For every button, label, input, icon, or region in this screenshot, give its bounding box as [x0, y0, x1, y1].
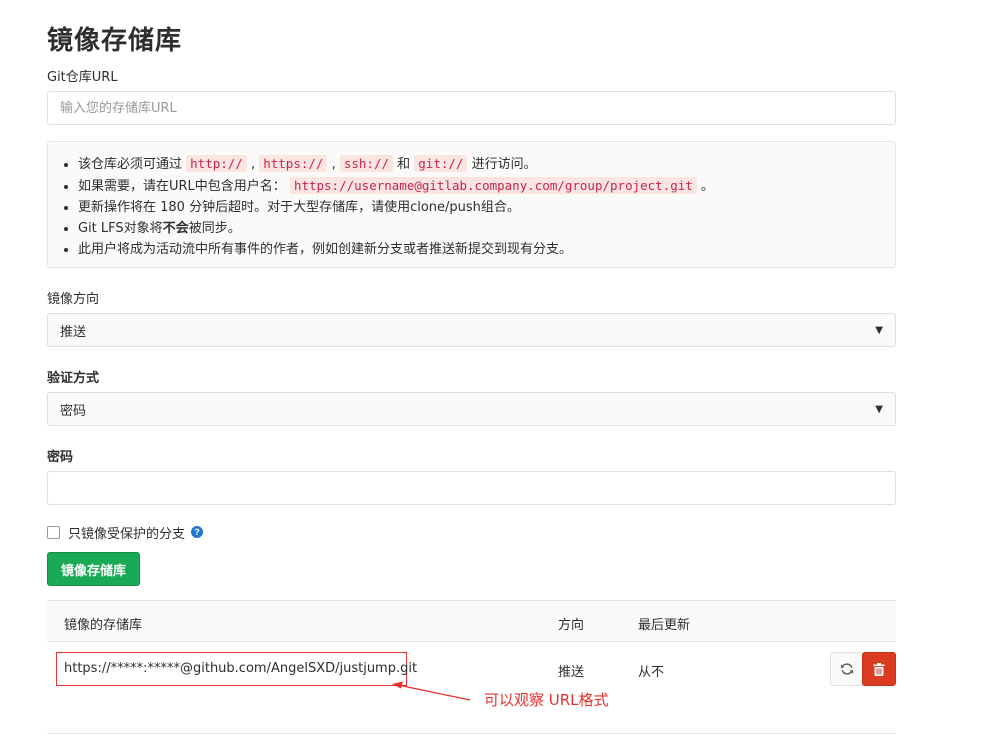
git-url-input-wrapper: [47, 91, 896, 125]
info-text: 如果需要，请在URL中包含用户名：: [78, 179, 290, 194]
protected-only-label[interactable]: 只镜像受保护的分支: [68, 523, 185, 542]
question-circle-icon[interactable]: ?: [191, 526, 204, 538]
auth-method-select[interactable]: 密码 ▼: [47, 392, 896, 426]
info-text: 和: [393, 157, 415, 172]
code-http: http://: [186, 155, 247, 172]
info-text: 。: [696, 179, 714, 194]
mirror-repository-button[interactable]: 镜像存储库: [47, 552, 140, 586]
row-last-update: 从不: [638, 665, 665, 680]
info-box: 该仓库必须可通过 http:// , https:// , ssh:// 和 g…: [47, 141, 896, 268]
auth-method-label: 验证方式: [47, 371, 100, 386]
protected-only-checkbox[interactable]: [47, 525, 60, 539]
header-last-update: 最后更新: [638, 618, 691, 633]
refresh-button[interactable]: [830, 652, 864, 686]
password-input[interactable]: [48, 472, 895, 504]
info-item-author: 此用户将成为活动流中所有事件的作者，例如创建新分支或者推送新提交到现有分支。: [78, 239, 881, 260]
info-item-timeout: 更新操作将在 180 分钟后超时。对于大型存储库，请使用clone/push组合…: [78, 197, 881, 218]
git-url-label: Git仓库URL: [47, 70, 118, 85]
info-text: Git LFS对象将: [78, 221, 163, 236]
info-text: 进行访问。: [467, 157, 537, 172]
refresh-icon: [840, 663, 854, 675]
trash-icon: [873, 662, 885, 676]
git-url-input[interactable]: [48, 92, 895, 124]
row-direction: 推送: [558, 665, 585, 680]
password-label: 密码: [47, 450, 74, 465]
mirror-direction-label: 镜像方向: [47, 292, 100, 307]
info-text: 该仓库必须可通过: [78, 157, 187, 172]
code-https: https://: [259, 155, 328, 172]
code-ssh: ssh://: [339, 155, 394, 172]
table-header: 镜像的存储库 方向 最后更新: [47, 600, 896, 642]
info-list: 该仓库必须可通过 http:// , https:// , ssh:// 和 g…: [78, 153, 881, 260]
caret-down-icon: ▼: [875, 403, 883, 415]
info-item-protocols: 该仓库必须可通过 http:// , https:// , ssh:// 和 g…: [78, 153, 881, 175]
annotation-text: 可以观察 URL格式: [484, 691, 609, 709]
auth-method-value: 密码: [60, 403, 87, 419]
mirror-direction-select[interactable]: 推送 ▼: [47, 313, 896, 347]
info-strong: 不会: [162, 221, 189, 236]
info-text: ,: [246, 157, 260, 172]
row-repo-url: https://*****:*****@github.com/AngelSXD/…: [64, 661, 418, 676]
annotation-arrow: [392, 681, 471, 701]
code-git: git://: [414, 155, 468, 172]
page-title: 镜像存储库: [47, 26, 183, 56]
info-text: ,: [327, 157, 340, 172]
header-repo: 镜像的存储库: [64, 618, 143, 633]
header-direction: 方向: [558, 618, 585, 633]
caret-down-icon: ▼: [875, 324, 883, 336]
protected-only-row: 只镜像受保护的分支 ?: [47, 523, 204, 542]
info-item-username: 如果需要，请在URL中包含用户名： https://username@gitla…: [78, 175, 881, 197]
delete-button[interactable]: [862, 652, 896, 686]
password-input-wrapper: [47, 471, 896, 505]
info-text: 被同步。: [188, 221, 241, 236]
mirror-direction-value: 推送: [60, 324, 87, 340]
code-example-url: https://username@gitlab.company.com/grou…: [289, 177, 697, 194]
info-item-lfs: Git LFS对象将不会被同步。: [78, 218, 881, 239]
